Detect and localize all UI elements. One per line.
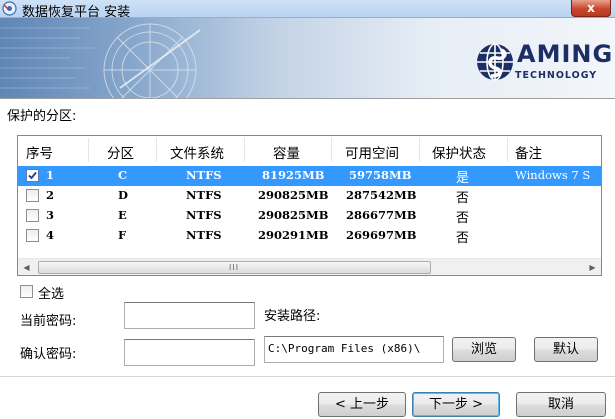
row-checkbox[interactable]: [26, 169, 39, 182]
banner-compass-graphic: [0, 23, 201, 98]
current-password-label: 当前密码:: [20, 314, 77, 329]
row-protection-status: 否: [456, 191, 470, 206]
row-free-space: 59758MB: [349, 168, 412, 182]
partition-list-header: 序号 分区 文件系统 容量 可用空间 保护状态 备注: [18, 136, 601, 164]
confirm-password-field[interactable]: [124, 339, 255, 366]
select-all-label: 全选: [38, 287, 65, 302]
cancel-button[interactable]: 取消: [516, 392, 606, 417]
row-index: 1: [46, 168, 55, 182]
column-separator[interactable]: [419, 138, 420, 162]
column-header-free-space[interactable]: 可用空间: [345, 142, 399, 162]
installer-app-icon: [2, 1, 17, 16]
column-separator[interactable]: [88, 138, 89, 162]
back-button[interactable]: < 上一步: [318, 392, 406, 417]
row-protection-status: 否: [456, 231, 470, 246]
row-note: Windows 7 S: [515, 168, 591, 182]
logo-wordmark: AMING: [517, 40, 614, 68]
column-header-filesystem[interactable]: 文件系统: [170, 142, 224, 162]
column-separator[interactable]: [156, 138, 157, 162]
row-partition: E: [118, 208, 127, 222]
table-row[interactable]: 1 C NTFS 81925MB 59758MB 是 Windows 7 S: [18, 166, 601, 186]
banner-divider-highlight: [0, 99, 615, 100]
row-capacity: 290825MB: [258, 188, 329, 202]
table-row[interactable]: 2 D NTFS 290825MB 287542MB 否: [18, 186, 601, 206]
close-button[interactable]: x: [571, 0, 611, 17]
confirm-password-label: 确认密码:: [20, 347, 77, 362]
globe-logo-icon: [477, 43, 513, 81]
current-password-field[interactable]: [124, 302, 255, 329]
row-checkbox[interactable]: [26, 229, 39, 242]
scroll-left-icon[interactable]: ◀: [18, 259, 35, 275]
row-filesystem: NTFS: [186, 228, 222, 242]
row-partition: D: [118, 188, 128, 202]
row-free-space: 287542MB: [346, 188, 417, 202]
row-free-space: 286677MB: [346, 208, 417, 222]
row-protection-status: 是: [456, 171, 470, 186]
footer-divider: [0, 376, 615, 377]
column-header-capacity[interactable]: 容量: [273, 142, 300, 162]
default-path-button[interactable]: 默认: [534, 337, 598, 362]
row-filesystem: NTFS: [186, 188, 222, 202]
table-row[interactable]: 4 F NTFS 290291MB 269697MB 否: [18, 226, 601, 246]
column-separator[interactable]: [507, 138, 508, 162]
select-all-checkbox[interactable]: [20, 285, 33, 298]
saming-logo: AMING TECHNOLOGY: [475, 40, 612, 92]
row-capacity: 290825MB: [258, 208, 329, 222]
browse-button[interactable]: 浏览: [452, 337, 516, 362]
row-capacity: 81925MB: [262, 168, 325, 182]
row-protection-status: 否: [456, 211, 470, 226]
column-header-note[interactable]: 备注: [515, 142, 542, 162]
row-checkbox[interactable]: [26, 189, 39, 202]
table-row[interactable]: 3 E NTFS 290825MB 286677MB 否: [18, 206, 601, 226]
scrollbar-thumb[interactable]: III: [38, 261, 431, 274]
row-checkbox[interactable]: [26, 209, 39, 222]
partition-list[interactable]: 序号 分区 文件系统 容量 可用空间 保护状态 备注 1 C NTFS 8192…: [17, 135, 602, 276]
column-separator[interactable]: [244, 138, 245, 162]
row-partition: C: [118, 168, 128, 182]
next-button[interactable]: 下一步 >: [412, 392, 500, 417]
row-free-space: 269697MB: [346, 228, 417, 242]
scrollbar-grip-icon: III: [229, 263, 240, 272]
column-header-index[interactable]: 序号: [26, 142, 53, 162]
row-filesystem: NTFS: [186, 168, 222, 182]
row-partition: F: [118, 228, 127, 242]
column-separator[interactable]: [331, 138, 332, 162]
row-index: 4: [46, 228, 55, 242]
checkmark-icon: [28, 171, 37, 180]
scroll-right-icon[interactable]: ▶: [584, 259, 601, 275]
row-capacity: 290291MB: [258, 228, 329, 242]
install-path-label: 安装路径:: [264, 309, 321, 324]
column-header-partition[interactable]: 分区: [107, 142, 134, 162]
logo-subtitle: TECHNOLOGY: [515, 70, 598, 81]
column-header-protection-status[interactable]: 保护状态: [432, 142, 486, 162]
row-index: 3: [46, 208, 55, 222]
close-icon: x: [587, 1, 595, 15]
header-banner: AMING TECHNOLOGY: [0, 18, 615, 98]
horizontal-scrollbar[interactable]: ◀ III ▶: [18, 258, 601, 275]
title-bar: 数据恢复平台 安装 x: [0, 0, 615, 20]
install-path-field[interactable]: C:\Program Files (x86)\: [264, 336, 444, 363]
protected-partitions-label: 保护的分区:: [7, 109, 77, 124]
row-index: 2: [46, 188, 55, 202]
row-filesystem: NTFS: [186, 208, 222, 222]
